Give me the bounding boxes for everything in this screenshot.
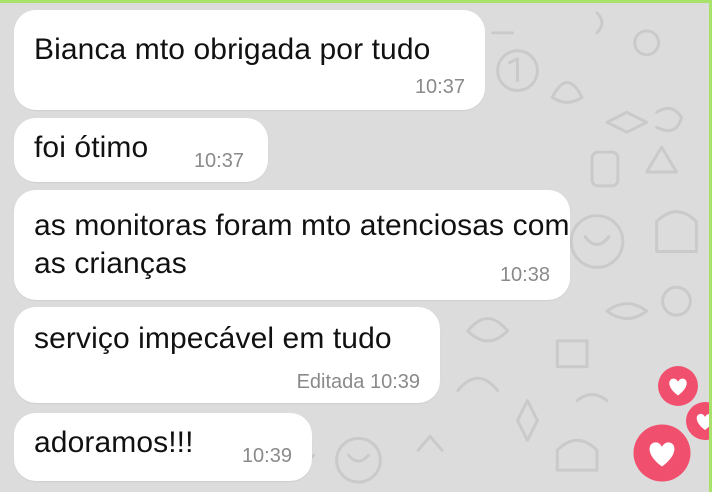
message-timestamp: 10:39 xyxy=(241,445,292,467)
message-text: foi ótimo xyxy=(34,131,149,164)
message-bubble[interactable]: foi ótimo 10:37 xyxy=(14,118,268,182)
message-text: serviço impecável em tudo xyxy=(34,322,392,355)
message-bubble[interactable]: Bianca mto obrigada por tudo 10:37 xyxy=(14,10,485,110)
message-bubble[interactable]: adoramos!!! 10:39 xyxy=(14,413,312,481)
message-bubble[interactable]: as monitoras foram mto atenciosas com as… xyxy=(14,190,570,300)
message-timestamp: 10:37 xyxy=(193,150,244,172)
message-bubble[interactable]: serviço impecável em tudo Editada 10:39 xyxy=(14,307,440,403)
message-timestamp: 10:38 xyxy=(499,264,550,286)
message-text: as monitoras foram mto atenciosas com as… xyxy=(34,209,570,280)
message-text: Bianca mto obrigada por tudo xyxy=(34,33,431,66)
message-timestamp: 10:37 xyxy=(414,76,465,98)
chat-window: Bianca mto obrigada por tudo 10:37 foi ó… xyxy=(0,0,712,492)
message-text: adoramos!!! xyxy=(34,426,194,459)
message-timestamp-edited: Editada 10:39 xyxy=(296,371,420,393)
heart-icon xyxy=(633,424,691,482)
